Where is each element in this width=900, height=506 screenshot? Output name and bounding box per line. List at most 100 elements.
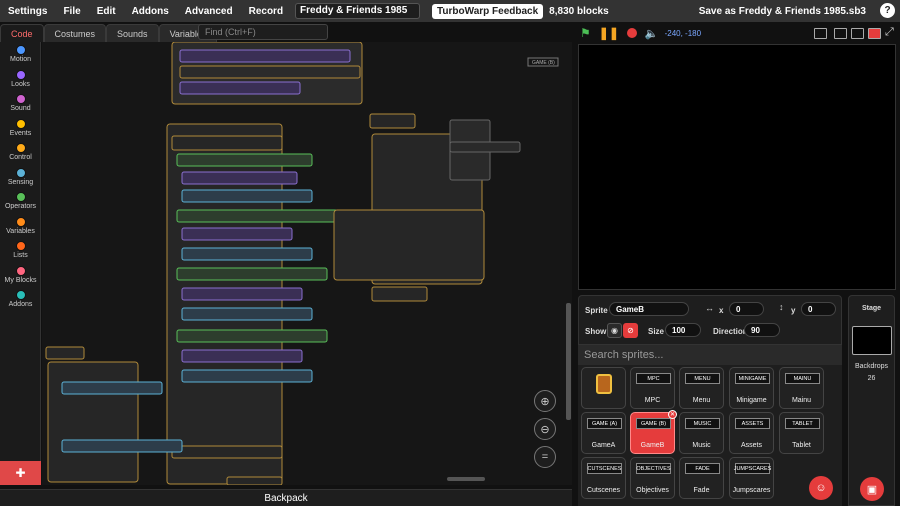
category-operators[interactable]: Operators	[0, 189, 41, 214]
zoom-out-button[interactable]: ⊖	[534, 418, 556, 440]
vertical-scrollbar[interactable]	[566, 303, 571, 420]
eye-slash-icon: ⊘	[627, 326, 634, 335]
sprite-thumbnail: MINIGAME	[735, 373, 770, 384]
y-label: y	[791, 306, 796, 315]
sprite-item[interactable]: MPC MPC	[630, 367, 675, 409]
sprite-thumbnail: JUMPSCARES	[734, 463, 771, 474]
fullscreen-icon[interactable]: ⤢	[885, 26, 894, 39]
script-blocks: GAME (B)	[45, 42, 559, 485]
large-stage-icon[interactable]	[868, 28, 881, 39]
delete-sprite-icon[interactable]: ✕	[668, 410, 677, 419]
sprite-thumbnail: ASSETS	[735, 418, 770, 429]
sprite-item[interactable]: TABLET Tablet	[779, 412, 824, 454]
backdrop-add-icon: ▣	[866, 483, 878, 496]
sprite-item[interactable]: MENU Menu	[679, 367, 724, 409]
size-input[interactable]: 100	[665, 323, 701, 337]
menu-advanced[interactable]: Advanced	[177, 0, 241, 22]
eye-icon: ◉	[611, 326, 618, 335]
y-input[interactable]: 0	[801, 302, 836, 316]
feedback-button[interactable]: TurboWarp Feedback	[432, 3, 544, 19]
sprite-item[interactable]: CUTSCENES Cutscenes	[581, 457, 626, 499]
zoom-in-button[interactable]: ⊕	[534, 390, 556, 412]
sprite-thumbnail: OBJECTIVES	[636, 463, 671, 474]
direction-input[interactable]: 90	[744, 323, 780, 337]
operators-icon	[15, 192, 26, 203]
sprite-item[interactable]: MAINU Mainu	[779, 367, 824, 409]
variables-icon	[15, 216, 26, 227]
category-looks[interactable]: Looks	[0, 67, 41, 92]
tab-costumes[interactable]: Costumes	[43, 24, 107, 42]
tab-sounds[interactable]: Sounds	[106, 24, 159, 42]
category-my-blocks[interactable]: My Blocks	[0, 263, 41, 288]
save-as-button[interactable]: Save as Freddy & Friends 1985.sb3	[699, 0, 866, 22]
add-backdrop-button[interactable]: ▣	[860, 477, 884, 501]
sprite-item[interactable]	[581, 367, 626, 409]
stage-header: ⚑ ❚❚ 🔈 -240, -180 ⤢	[578, 22, 900, 44]
y-arrows-icon: ↕	[779, 302, 784, 312]
sprite-thumbnail: MAINU	[785, 373, 820, 384]
tab-code[interactable]: Code	[0, 24, 44, 42]
pause-icon[interactable]: ❚❚	[599, 26, 619, 40]
project-title-input[interactable]: Freddy & Friends 1985	[295, 3, 421, 19]
menu-file[interactable]: File	[55, 0, 88, 22]
sprite-name: Music	[692, 442, 711, 449]
stage-canvas[interactable]	[578, 44, 896, 290]
sprite-item-selected[interactable]: GAME (B) GameB ✕	[630, 410, 677, 454]
menu-record[interactable]: Record	[241, 0, 291, 22]
normal-stage-icon[interactable]	[851, 28, 864, 39]
category-sound[interactable]: Sound	[0, 91, 41, 116]
zoom-reset-icon: =	[541, 451, 549, 463]
search-sprites-input[interactable]: Search sprites...	[578, 345, 842, 365]
zoom-reset-button[interactable]: =	[534, 446, 556, 468]
sprite-name: Tablet	[792, 442, 811, 449]
menu-settings[interactable]: Settings	[0, 0, 55, 22]
show-hidden-button[interactable]: ⊘	[623, 323, 638, 338]
add-sprite-button[interactable]: ☺	[809, 476, 833, 500]
add-extension-button[interactable]: ✚	[0, 461, 41, 485]
my-blocks-icon	[15, 265, 26, 276]
menu-edit[interactable]: Edit	[89, 0, 124, 22]
sprite-item[interactable]: MUSIC Music	[679, 412, 724, 454]
horizontal-scrollbar[interactable]	[447, 477, 485, 481]
sprite-name: Minigame	[736, 397, 767, 404]
category-variables[interactable]: Variables	[0, 214, 41, 239]
category-addons[interactable]: Addons	[0, 287, 41, 312]
stop-icon[interactable]	[626, 28, 637, 38]
sprite-item[interactable]: GAME (A) GameA	[581, 412, 626, 454]
code-workspace[interactable]: GAME (B) ⊕ ⊖ =	[42, 42, 572, 485]
stage-title: Stage	[861, 305, 882, 312]
find-input[interactable]: Find (Ctrl+F)	[198, 24, 328, 40]
backpack[interactable]: Backpack	[0, 489, 572, 506]
size-label: Size	[648, 327, 665, 336]
sprite-name: Cutscenes	[586, 487, 621, 494]
show-visible-button[interactable]: ◉	[607, 323, 622, 338]
menu-addons[interactable]: Addons	[124, 0, 177, 22]
help-icon[interactable]: ?	[880, 3, 895, 18]
category-motion[interactable]: Motion	[0, 42, 41, 67]
small-stage-icon[interactable]	[834, 28, 847, 39]
category-control[interactable]: Control	[0, 140, 41, 165]
sprite-list: MPC MPC MENU Menu MINIGAME Minigame MAINU Ma…	[578, 365, 842, 506]
category-events[interactable]: Events	[0, 116, 41, 141]
screenshot-icon[interactable]	[814, 28, 827, 39]
sprite-thumbnail: MPC	[636, 373, 671, 384]
sprite-item[interactable]: JUMPSCARES Jumpscares	[729, 457, 774, 499]
sprite-item[interactable]: ASSETS Assets	[729, 412, 774, 454]
category-sensing[interactable]: Sensing	[0, 165, 41, 190]
sprite-thumbnail: FADE	[685, 463, 720, 474]
direction-label: Direction	[713, 327, 748, 336]
stage-target-panel[interactable]: Stage Backdrops 26 ▣	[848, 295, 895, 506]
stage-thumbnail	[852, 326, 892, 355]
mute-icon[interactable]: 🔈	[645, 27, 659, 40]
sprite-name-input[interactable]: GameB	[609, 302, 689, 316]
green-flag-icon[interactable]: ⚑	[580, 26, 591, 40]
x-input[interactable]: 0	[729, 302, 764, 316]
code-comment-label: GAME (B)	[532, 60, 555, 66]
cat-add-icon: ☺	[815, 482, 827, 494]
sprite-item[interactable]: FADE Fade	[679, 457, 724, 499]
category-lists[interactable]: Lists	[0, 238, 41, 263]
sprite-item[interactable]: OBJECTIVES Objectives	[630, 457, 675, 499]
sprite-item[interactable]: MINIGAME Minigame	[729, 367, 774, 409]
backdrops-label: Backdrops	[854, 363, 889, 370]
sprite-thumbnail: MENU	[685, 373, 720, 384]
